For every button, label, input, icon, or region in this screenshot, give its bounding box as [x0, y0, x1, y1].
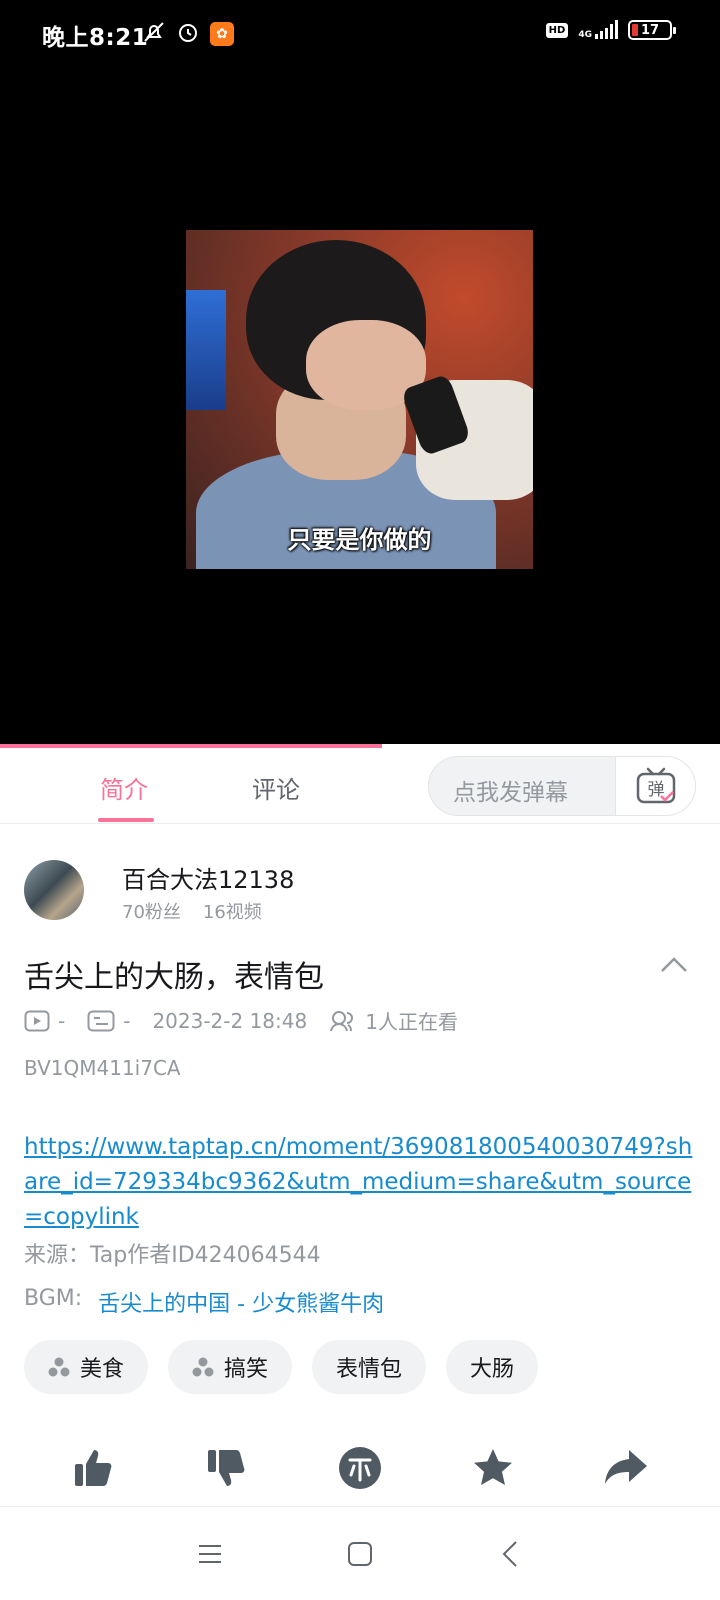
status-system-icons: HD 4G 17	[545, 20, 676, 40]
chevron-up-icon[interactable]	[660, 955, 688, 977]
menu-button[interactable]	[190, 1534, 230, 1574]
system-nav-bar	[0, 1506, 720, 1600]
menu-icon	[199, 1544, 221, 1563]
home-button[interactable]	[340, 1534, 380, 1574]
play-count: -	[24, 1009, 65, 1033]
share-button[interactable]	[591, 1438, 661, 1498]
favorite-button[interactable]	[458, 1438, 528, 1498]
publish-date: 2023-2-2 18:48	[152, 1008, 308, 1033]
bgm-line: BGM: 舌尖上的中国 - 少女熊酱牛肉	[24, 1286, 384, 1318]
dislike-button[interactable]	[192, 1438, 262, 1498]
star-icon	[473, 1449, 512, 1485]
play-icon	[24, 1010, 50, 1031]
tabs-bar: 简介 评论 点我发弹幕 弹	[0, 748, 720, 824]
video-bvid: BV1QM411i7CA	[24, 1056, 181, 1080]
back-chevron-icon	[502, 1540, 517, 1567]
bgm-label: BGM:	[24, 1286, 83, 1311]
status-bar: 晚上8:21 ✿ HD 4G 17	[0, 0, 720, 72]
description-link[interactable]: https://www.taptap.cn/moment/36908180054…	[24, 1130, 704, 1235]
coin-icon	[338, 1447, 381, 1489]
tab-active-indicator	[98, 818, 154, 822]
signal-icon: 4G	[578, 20, 618, 40]
alarm-icon	[176, 20, 200, 48]
watching-count: 1人正在看	[329, 1006, 458, 1035]
danmaku-toggle-button[interactable]: 弹	[615, 757, 695, 815]
bgm-link[interactable]: 舌尖上的中国 - 少女熊酱牛肉	[98, 1286, 384, 1318]
tag-item[interactable]: 大肠	[446, 1340, 539, 1394]
channel-icon	[48, 1357, 70, 1377]
status-notification-icons: ✿	[142, 20, 234, 48]
video-stats: - - 2023-2-2 18:48 1人正在看	[24, 1006, 480, 1035]
channel-icon	[192, 1357, 214, 1377]
uploader-name[interactable]: 百合大法12138	[122, 860, 294, 895]
video-player[interactable]: 晚上8:21 ✿ HD 4G 17 只要是你做的	[0, 0, 720, 748]
description-source: 来源：Tap作者ID424064544	[24, 1243, 321, 1268]
people-icon	[330, 1010, 354, 1031]
status-time: 晚上8:21	[42, 25, 149, 51]
thumbs-up-icon	[75, 1450, 112, 1486]
mute-bell-icon	[142, 20, 166, 48]
video-frame[interactable]: 只要是你做的	[186, 230, 533, 569]
coin-button[interactable]	[325, 1438, 395, 1498]
tab-comments[interactable]: 评论	[252, 770, 300, 805]
danmaku-placeholder: 点我发弹幕	[453, 780, 568, 806]
share-arrow-icon	[604, 1450, 647, 1484]
tab-intro[interactable]: 简介	[100, 770, 148, 805]
video-title: 舌尖上的大肠，表情包	[24, 960, 324, 995]
tag-list: 美食 搞笑 表情包 大肠	[24, 1340, 539, 1394]
hd-badge: HD	[545, 22, 569, 38]
uploader-fans: 70粉丝	[122, 902, 181, 923]
square-icon	[348, 1541, 372, 1566]
tag-item[interactable]: 美食	[24, 1340, 149, 1394]
app-notification-icon: ✿	[210, 22, 234, 46]
thumbs-down-icon	[208, 1450, 245, 1486]
video-subtitle: 只要是你做的	[287, 526, 432, 554]
back-button[interactable]	[490, 1534, 530, 1574]
danmaku-input[interactable]: 点我发弹幕 弹	[428, 756, 696, 816]
tag-item[interactable]: 搞笑	[168, 1340, 293, 1394]
tag-item[interactable]: 表情包	[312, 1340, 427, 1394]
action-bar	[0, 1430, 720, 1506]
battery-icon: 17	[628, 20, 676, 40]
danmaku-count: -	[87, 1009, 130, 1033]
uploader-video-count: 16视频	[202, 902, 262, 923]
danmaku-count-icon	[87, 1010, 115, 1031]
uploader-avatar[interactable]	[24, 860, 84, 920]
danmaku-tv-icon: 弹	[636, 767, 675, 804]
like-button[interactable]	[59, 1438, 129, 1498]
uploader-meta: 70粉丝 16视频	[122, 898, 262, 924]
